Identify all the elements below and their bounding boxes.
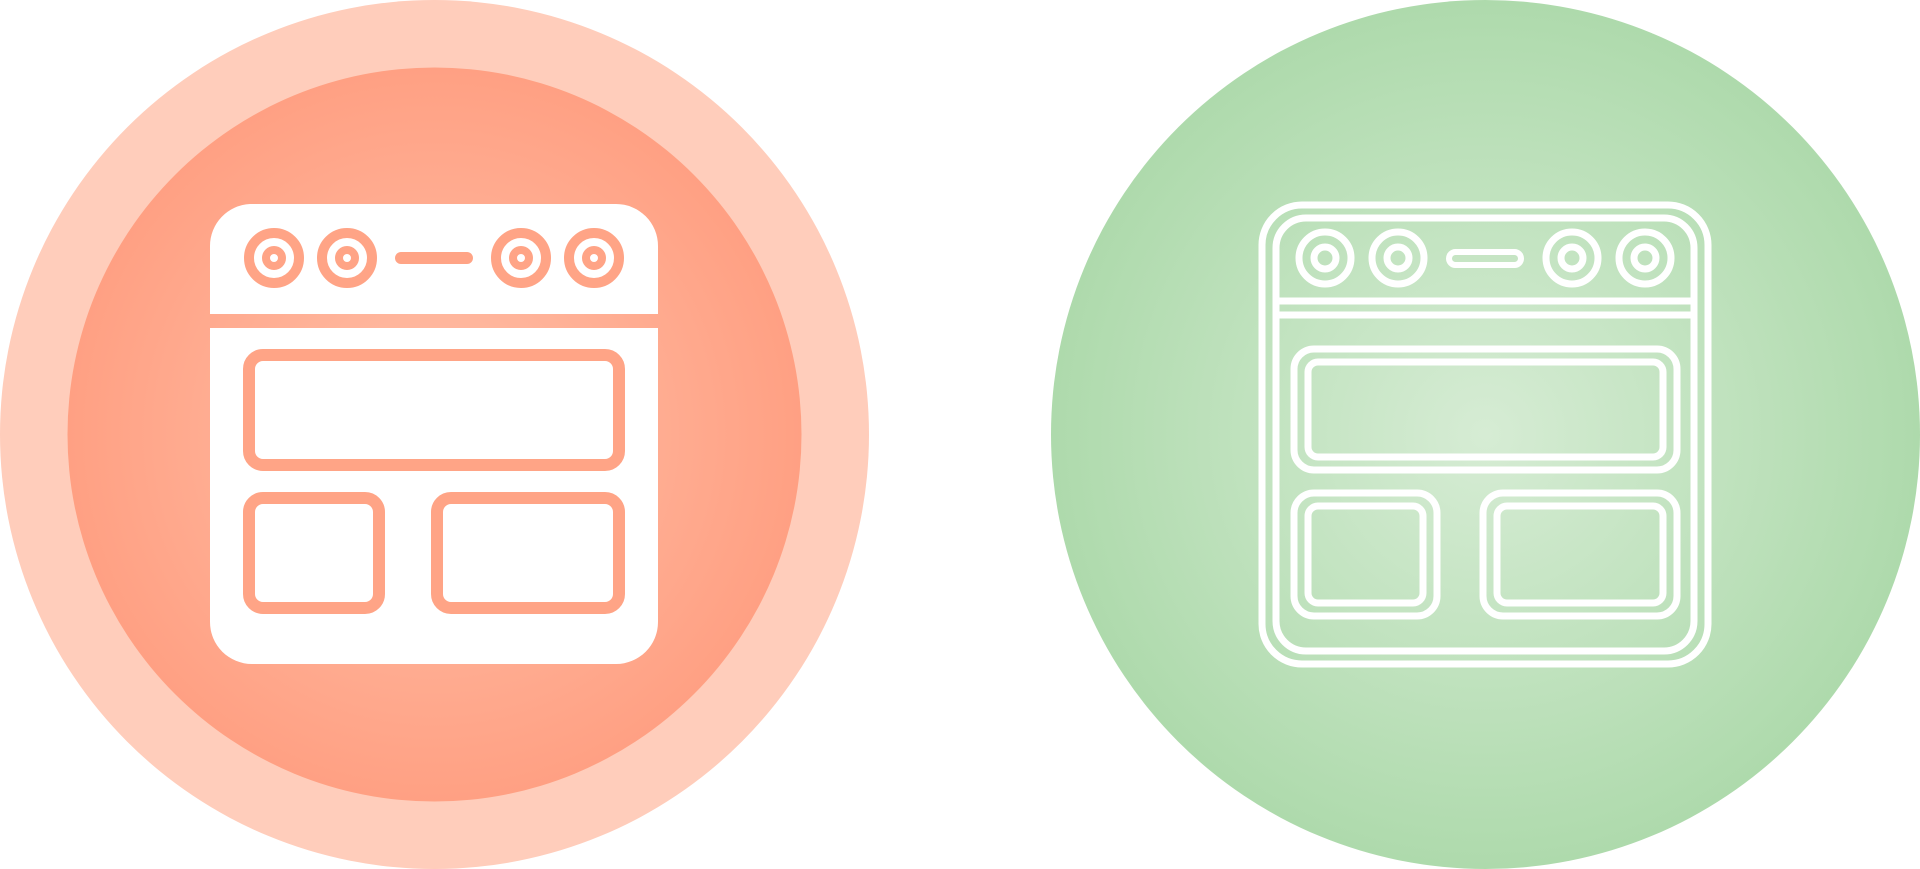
oven-icon-filled: [0, 0, 869, 869]
oven-icon-outline-container: [1051, 0, 1920, 869]
oven-glyph-filled: [209, 204, 658, 664]
oven-icon-outline: [1051, 0, 1920, 869]
background-circle: [1051, 0, 1920, 869]
icon-pair: [0, 0, 1920, 869]
oven-icon-filled-container: [0, 0, 869, 869]
